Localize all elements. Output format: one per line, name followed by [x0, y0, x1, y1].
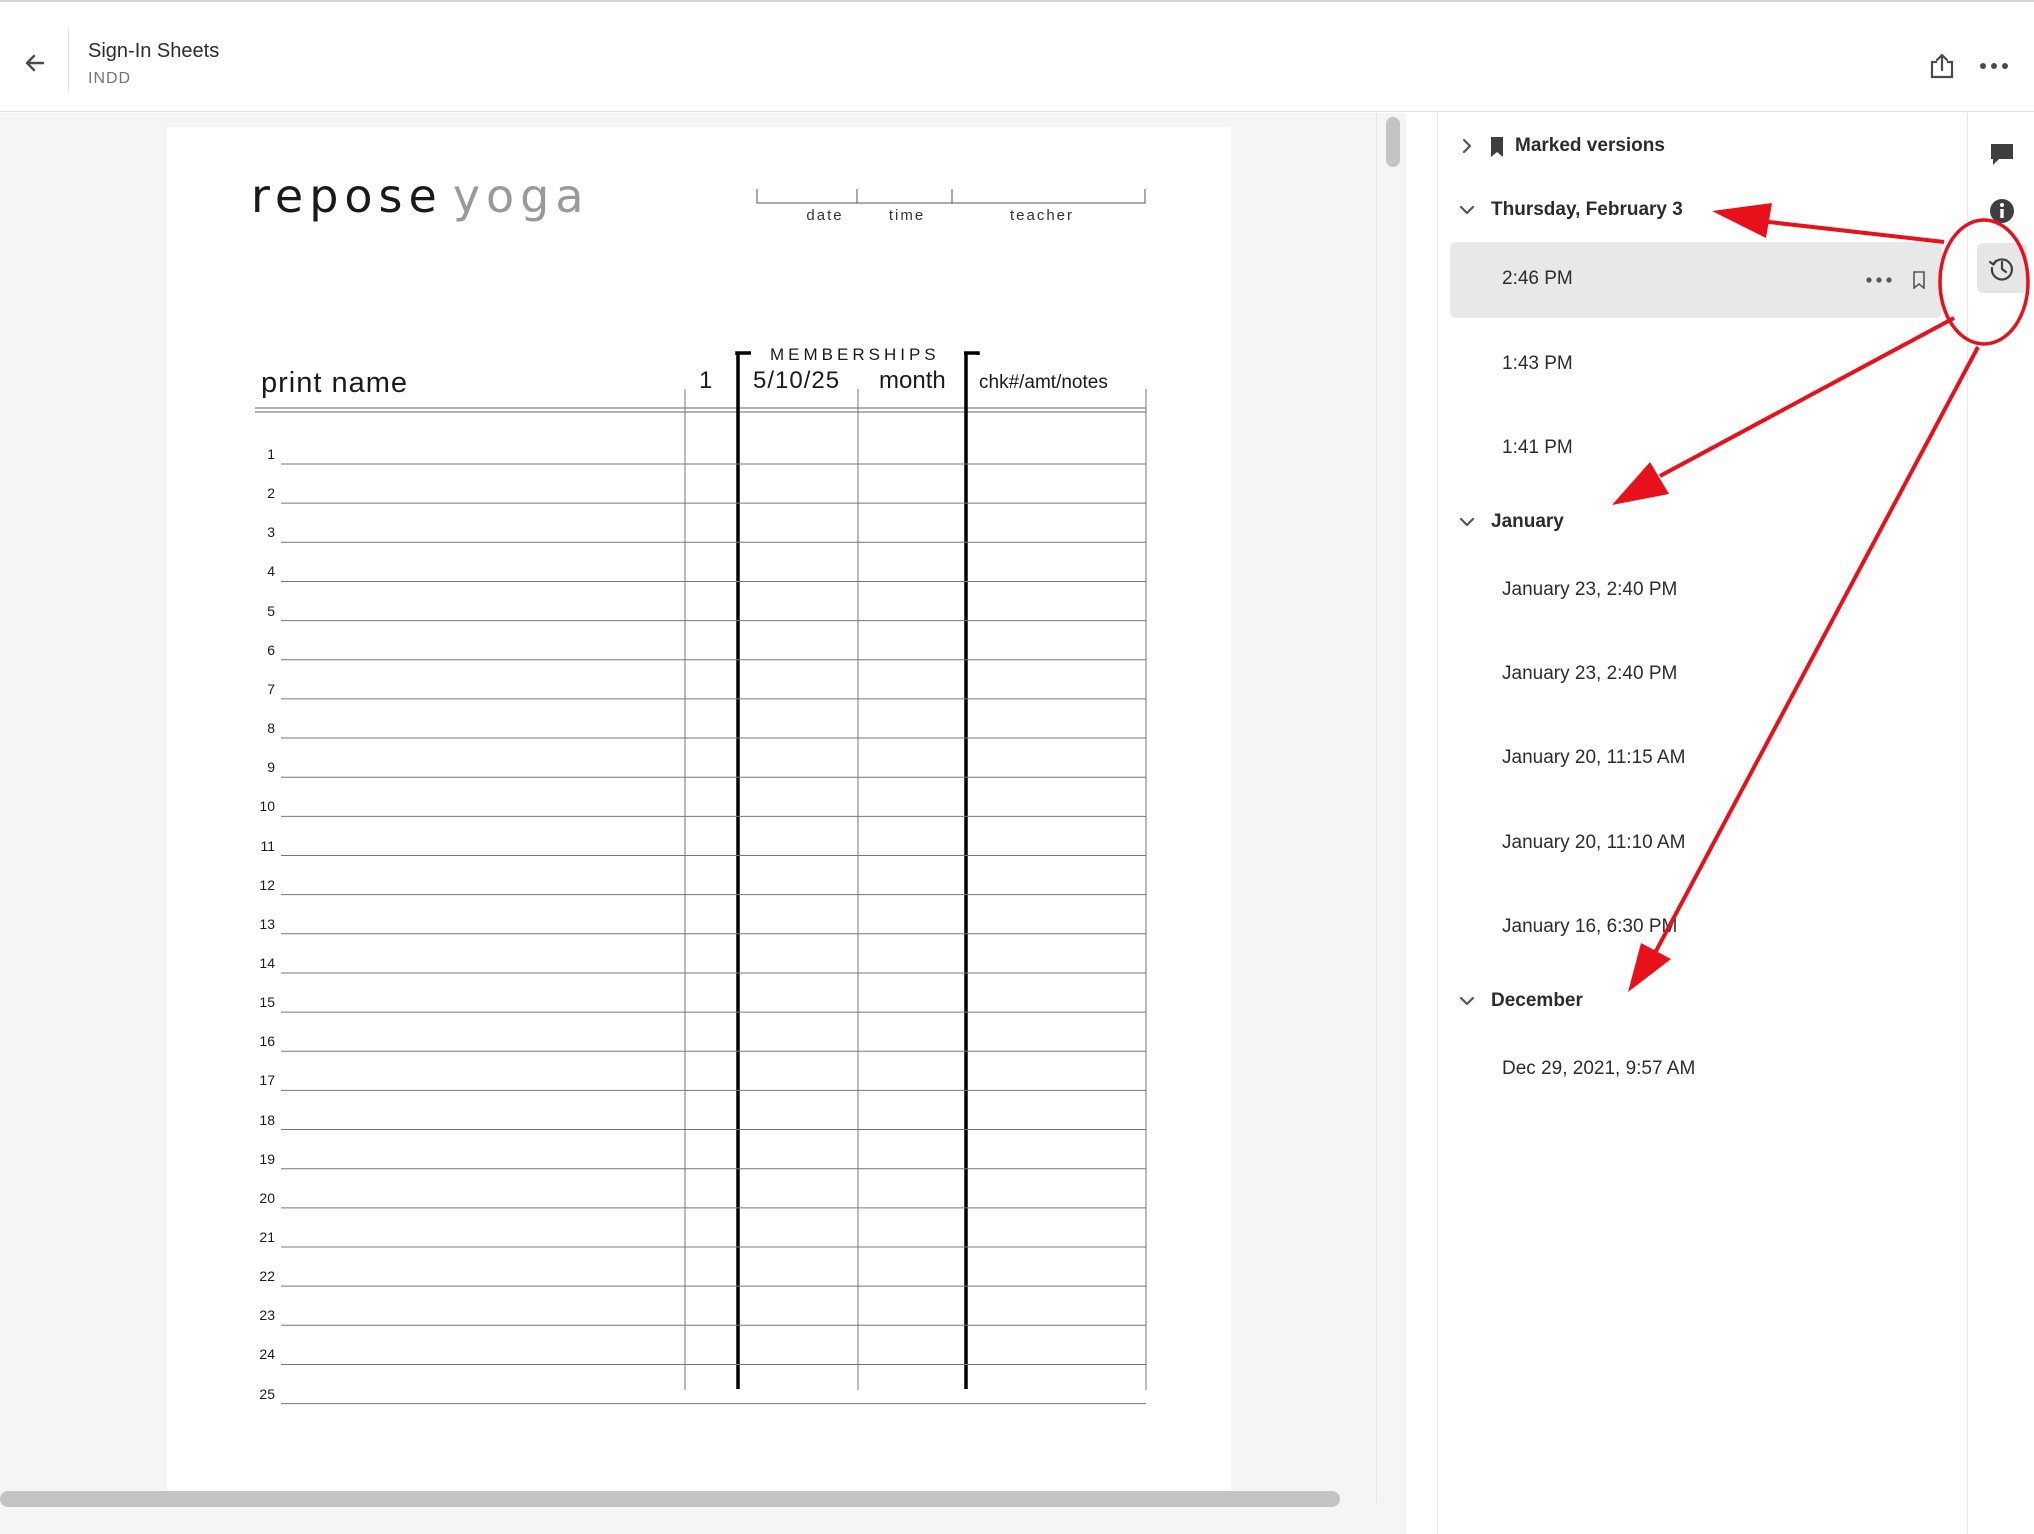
row-number: 21 — [259, 1229, 275, 1245]
row-number: 19 — [259, 1150, 275, 1167]
row-number: 20 — [259, 1189, 275, 1206]
group-label: December — [1491, 990, 1583, 1011]
marked-versions-header[interactable]: Marked versions — [1438, 124, 1968, 168]
row-number: 25 — [259, 1385, 275, 1402]
version-time: January 16, 6:30 PM — [1502, 916, 1678, 937]
version-time: January 23, 2:40 PM — [1502, 663, 1678, 684]
info-button[interactable] — [1977, 186, 2027, 236]
row-number: 3 — [267, 524, 275, 541]
version-time: 1:41 PM — [1502, 437, 1573, 458]
row-number: 4 — [267, 563, 275, 580]
sheet-grid — [255, 189, 1147, 1405]
row-number: 7 — [267, 680, 275, 697]
row-number: 10 — [259, 798, 275, 815]
top-bar: Sign-In Sheets INDD — [0, 0, 2034, 112]
row-number: 15 — [259, 994, 275, 1011]
document-title: Sign-In Sheets — [88, 40, 220, 62]
version-history-button[interactable] — [1977, 243, 2027, 293]
mark-version-button[interactable] — [1908, 266, 1930, 294]
group-header-december[interactable]: December — [1438, 979, 1968, 1023]
version-time: Dec 29, 2021, 9:57 AM — [1502, 1058, 1696, 1079]
row-number: 23 — [259, 1307, 275, 1324]
version-item[interactable]: January 23, 2:40 PM — [1450, 637, 1942, 713]
document-page: repose yoga date time teacher MEMBERSHIPS… — [167, 127, 1231, 1491]
divider — [68, 28, 69, 92]
bookmark-outline-icon — [1913, 271, 1925, 289]
chevron-right-icon — [1462, 138, 1472, 154]
back-button[interactable] — [14, 42, 56, 84]
comments-button[interactable] — [1977, 129, 2027, 179]
document-file-type: INDD — [88, 70, 132, 87]
comment-icon — [1991, 144, 2013, 165]
group-label: Thursday, February 3 — [1491, 199, 1683, 220]
version-time: 1:43 PM — [1502, 353, 1573, 374]
row-number: 5 — [267, 602, 275, 619]
more-horizontal-icon — [1866, 277, 1892, 283]
row-number: 14 — [259, 954, 275, 971]
share-icon — [1930, 53, 1954, 79]
version-item[interactable]: 1:41 PM — [1450, 411, 1942, 487]
version-time: January 20, 11:10 AM — [1502, 832, 1686, 853]
version-item[interactable]: January 20, 11:15 AM — [1450, 721, 1942, 797]
row-number: 13 — [259, 915, 275, 932]
version-item[interactable]: January 23, 2:40 PM — [1450, 553, 1942, 629]
row-number: 8 — [267, 720, 275, 737]
bookmark-icon — [1491, 137, 1503, 157]
document-canvas[interactable]: repose yoga date time teacher MEMBERSHIPS… — [0, 113, 1406, 1534]
vertical-scrollbar[interactable] — [1376, 113, 1406, 1503]
row-number: 24 — [259, 1346, 275, 1363]
row-number: 2 — [267, 485, 275, 502]
version-item[interactable]: Dec 29, 2021, 9:57 AM — [1450, 1032, 1942, 1108]
version-time: 2:46 PM — [1502, 268, 1573, 289]
row-number: 18 — [259, 1111, 275, 1128]
row-number: 22 — [259, 1268, 275, 1285]
version-history-panel: Marked versions Thursday, February 3 2:4… — [1437, 113, 1967, 1534]
chevron-down-icon — [1459, 517, 1475, 527]
row-number: 17 — [259, 1072, 275, 1089]
more-options-button[interactable] — [1972, 46, 2016, 86]
info-icon — [1990, 199, 2014, 223]
chevron-down-icon — [1459, 996, 1475, 1006]
version-history-icon — [1988, 258, 2013, 281]
version-item[interactable]: 1:43 PM — [1450, 327, 1942, 403]
row-number: 1 — [267, 446, 275, 462]
row-number: 11 — [260, 837, 275, 854]
version-time: January 20, 11:15 AM — [1502, 747, 1686, 768]
group-header-january[interactable]: January — [1438, 500, 1968, 544]
group-header-february[interactable]: Thursday, February 3 — [1438, 188, 1968, 232]
row-number: 16 — [259, 1033, 275, 1050]
group-label: January — [1491, 511, 1564, 532]
chevron-down-icon — [1459, 205, 1475, 215]
horizontal-scroll-thumb[interactable] — [0, 1491, 1340, 1507]
right-rail — [1967, 113, 2034, 1534]
row-number: 9 — [267, 759, 275, 776]
version-item[interactable]: January 16, 6:30 PM — [1450, 890, 1942, 966]
version-item[interactable]: January 20, 11:10 AM — [1450, 806, 1942, 882]
share-button[interactable] — [1922, 46, 1962, 86]
marked-versions-label: Marked versions — [1515, 135, 1665, 156]
version-time: January 23, 2:40 PM — [1502, 579, 1678, 600]
version-more-button[interactable] — [1862, 266, 1896, 294]
more-horizontal-icon — [1980, 63, 2008, 69]
arrow-left-icon — [25, 54, 45, 72]
vertical-scroll-thumb[interactable] — [1386, 117, 1400, 167]
row-number: 6 — [267, 641, 275, 658]
version-item-selected[interactable]: 2:46 PM — [1450, 242, 1942, 318]
row-number: 12 — [259, 876, 275, 893]
